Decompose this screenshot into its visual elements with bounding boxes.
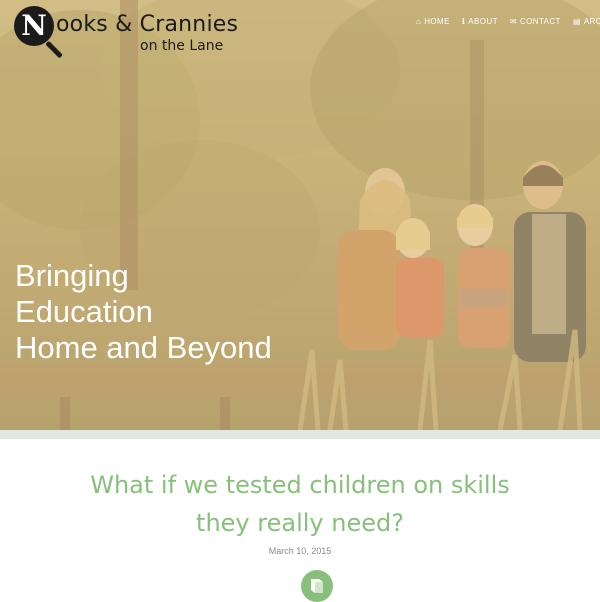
hero-line-1: Bringing: [15, 258, 129, 293]
logo-subtitle: on the Lane: [140, 38, 224, 54]
mail-icon: ✉: [509, 17, 517, 26]
nav-home[interactable]: ⌂ HOME: [416, 17, 450, 26]
post-title[interactable]: What if we tested children on skills the…: [0, 466, 600, 542]
post-title-line-1: What if we tested children on skills: [90, 471, 510, 499]
logo-magnifier-icon: N: [14, 6, 54, 46]
nav-contact-label: CONTACT: [519, 17, 561, 26]
nav-contact[interactable]: ✉ CONTACT: [510, 17, 561, 26]
post-format-badge[interactable]: [301, 570, 333, 602]
section-divider: [0, 430, 600, 439]
hero-line-2: Education: [15, 294, 153, 329]
home-icon: ⌂: [416, 17, 422, 26]
info-icon: ℹ: [461, 17, 466, 26]
post-title-line-2: they really need?: [196, 509, 404, 537]
nav-about[interactable]: ℹ ABOUT: [462, 17, 498, 26]
nav-archive[interactable]: ▤ ARCH: [573, 17, 600, 26]
archive-icon: ▤: [572, 17, 581, 26]
logo-title: ooks & Crannies: [56, 12, 239, 37]
post-date: March 10, 2015: [268, 546, 332, 556]
main-nav: ⌂ HOME ℹ ABOUT ✉ CONTACT ▤ ARCH: [416, 17, 600, 26]
hero-banner: N ooks & Crannies on the Lane ⌂ HOME ℹ A…: [0, 0, 600, 430]
post-preview: What if we tested children on skills the…: [0, 439, 600, 602]
site-logo[interactable]: N ooks & Crannies on the Lane: [14, 6, 244, 59]
logo-magnifier-handle: [45, 40, 63, 59]
book-icon: [311, 579, 323, 593]
nav-home-label: HOME: [424, 17, 450, 26]
nav-archive-label: ARCH: [583, 17, 600, 26]
nav-about-label: ABOUT: [468, 17, 498, 26]
hero-line-3: Home and Beyond: [15, 330, 272, 365]
hero-tagline: Bringing Education Home and Beyond: [15, 258, 272, 366]
